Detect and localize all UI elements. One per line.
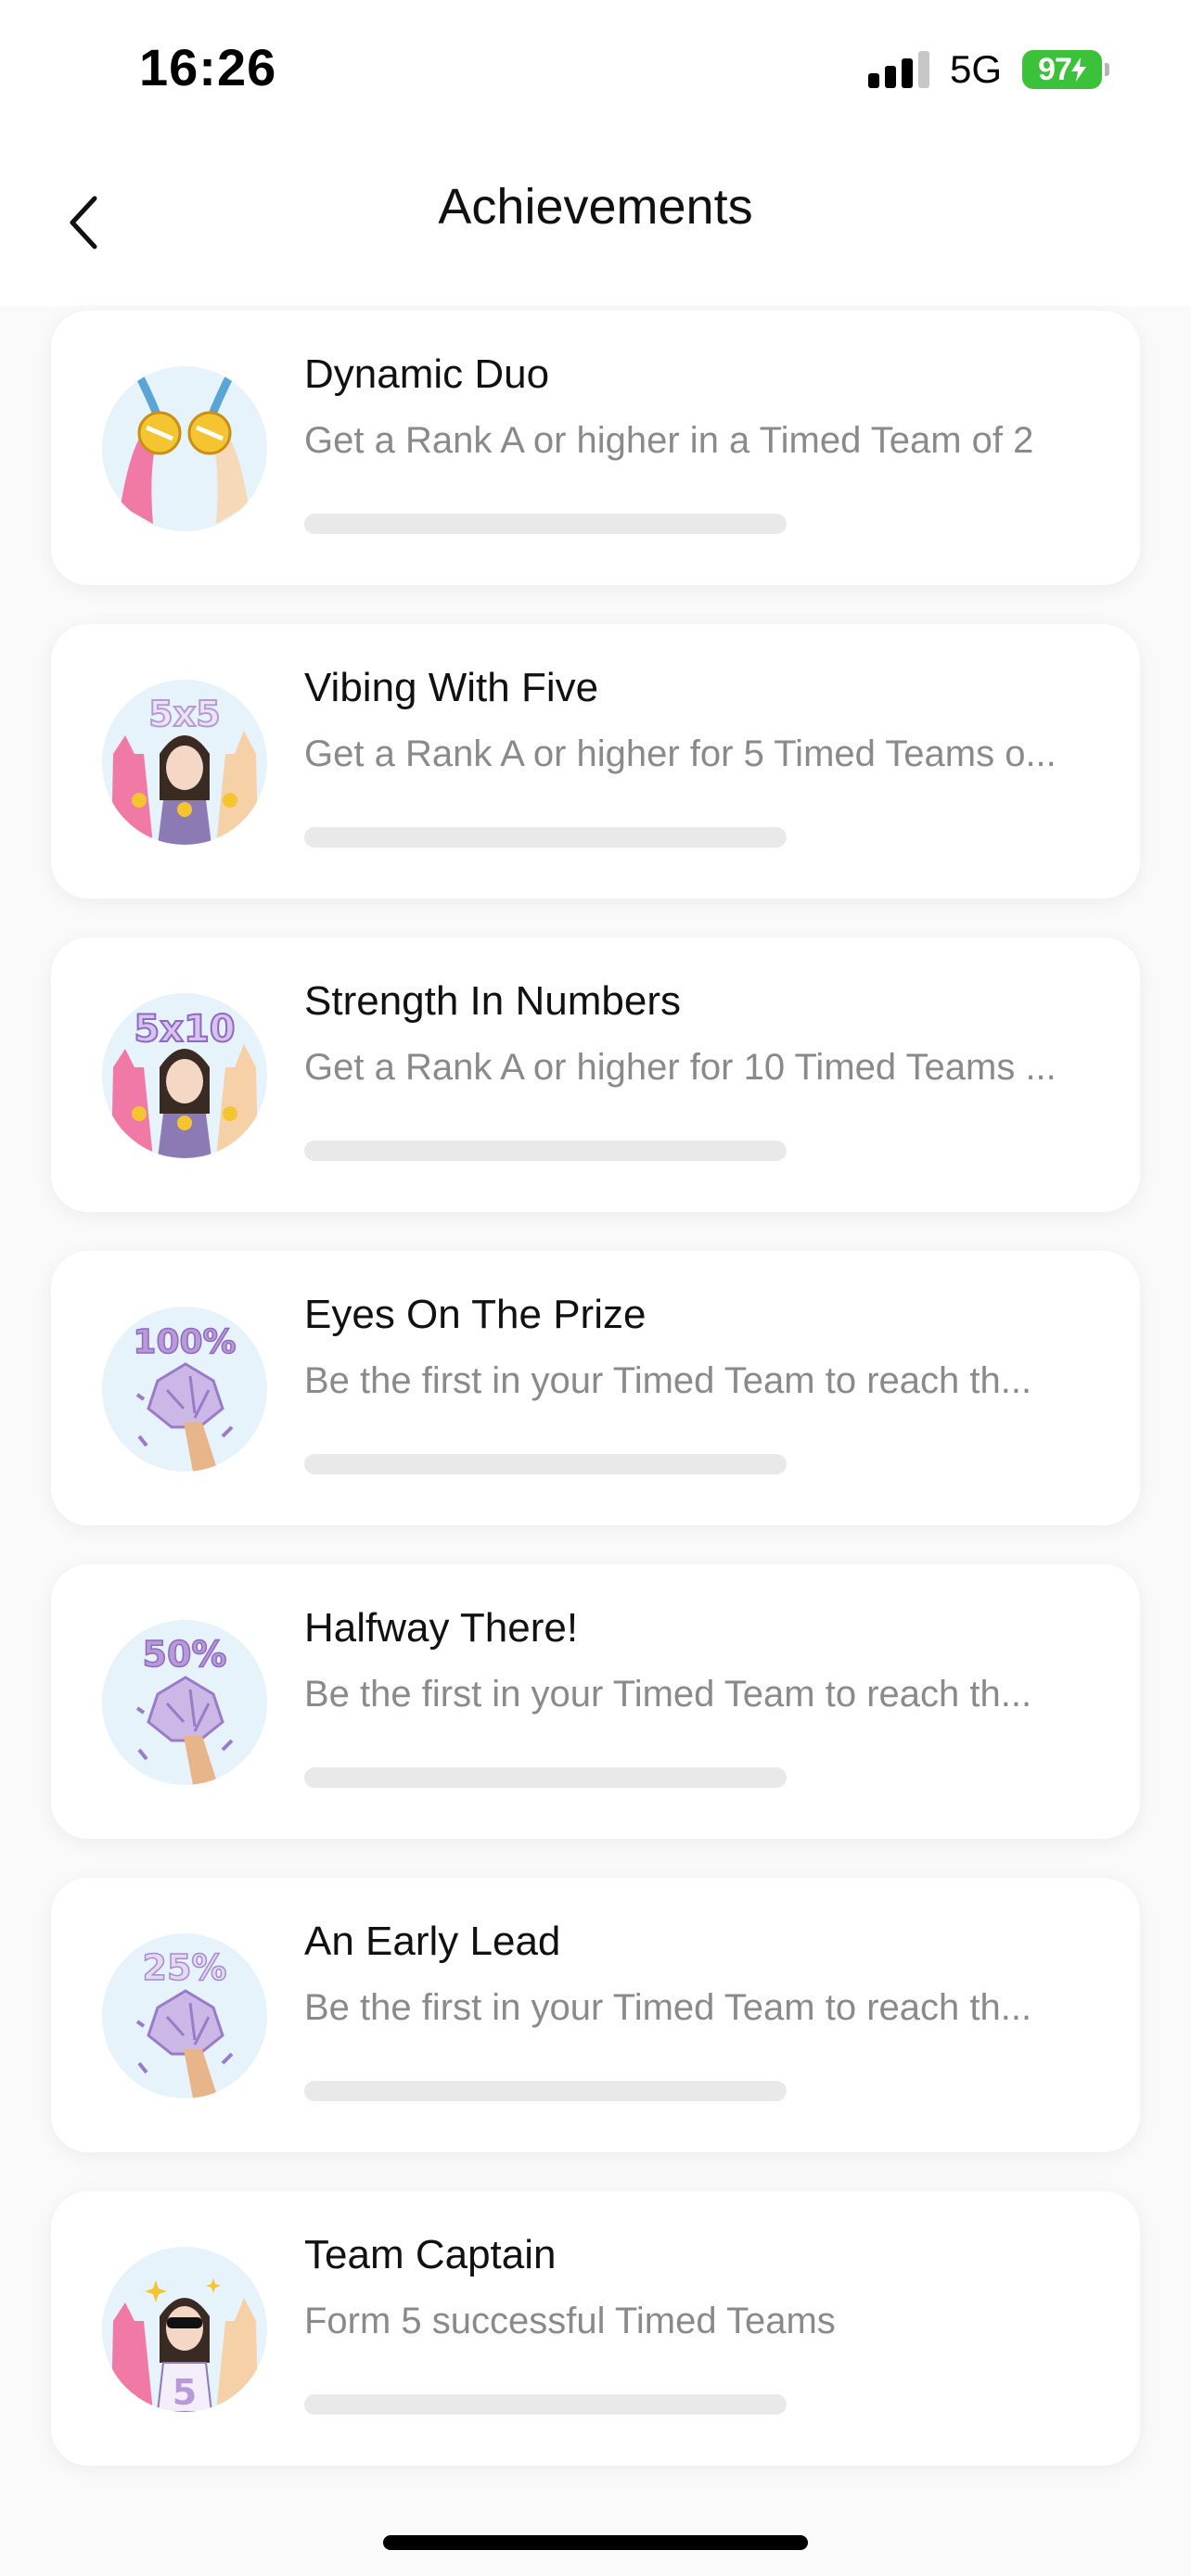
vibing-with-five-badge: 5x5 — [102, 680, 267, 845]
achievement-card-strength-in-numbers[interactable]: 5x10 Strength In Numbers Get a Rank A or… — [51, 937, 1140, 1212]
badge-label: 50% — [143, 1634, 227, 1675]
network-type: 5G — [949, 47, 1002, 91]
achievement-description: Get a Rank A or higher in a Timed Team o… — [304, 420, 1034, 461]
achievement-card-eyes-on-the-prize[interactable]: 100% Eyes On The Prize Be the first in y… — [51, 1251, 1140, 1525]
nav-bar: Achievements — [0, 139, 1191, 306]
achievement-title: Dynamic Duo — [304, 351, 550, 397]
badge-label: 25% — [143, 1947, 227, 1988]
achievement-title: Halfway There! — [304, 1605, 579, 1651]
charging-icon — [1070, 57, 1086, 82]
achievement-title: Team Captain — [304, 2232, 557, 2277]
achievement-progress-bar — [304, 1141, 787, 1161]
team-captain-badge: 5 — [102, 2247, 267, 2412]
battery-icon: 97 — [1022, 50, 1109, 89]
an-early-lead-badge: 25% — [102, 1933, 267, 2098]
achievement-progress-bar — [304, 1767, 787, 1788]
signal-icon — [867, 51, 929, 88]
achievement-card-halfway-there[interactable]: 50% Halfway There! Be the first in your … — [51, 1564, 1140, 1839]
battery-level: 97 — [1038, 51, 1072, 87]
achievement-progress-bar — [304, 827, 787, 848]
achievement-description: Get a Rank A or higher for 10 Timed Team… — [304, 1047, 1057, 1088]
badge-label: 5x5 — [148, 694, 220, 734]
eyes-on-the-prize-badge: 100% — [102, 1307, 267, 1472]
status-bar: 16:26 5G 97 — [0, 0, 1191, 139]
home-indicator[interactable] — [383, 2535, 808, 2550]
achievement-title: An Early Lead — [304, 1919, 561, 1964]
achievement-card-dynamic-duo[interactable]: Dynamic Duo Get a Rank A or higher in a … — [51, 311, 1140, 585]
achievement-title: Vibing With Five — [304, 665, 599, 710]
page-title: Achievements — [438, 179, 753, 235]
status-indicators: 5G 97 — [867, 46, 1109, 93]
achievement-progress-bar — [304, 514, 787, 534]
achievement-progress-bar — [304, 1454, 787, 1474]
achievement-progress-bar — [304, 2081, 787, 2101]
achievement-description: Get a Rank A or higher for 5 Timed Teams… — [304, 733, 1057, 774]
achievement-description: Be the first in your Timed Team to reach… — [304, 1987, 1032, 2028]
achievement-title: Strength In Numbers — [304, 978, 681, 1024]
achievement-description: Be the first in your Timed Team to reach… — [304, 1674, 1032, 1715]
achievements-list: Dynamic Duo Get a Rank A or higher in a … — [51, 311, 1140, 2505]
achievement-card-team-captain[interactable]: 5 Team Captain Form 5 successful Timed T… — [51, 2191, 1140, 2466]
badge-label: 5 — [173, 2372, 197, 2412]
achievement-card-an-early-lead[interactable]: 25% An Early Lead Be the first in your T… — [51, 1878, 1140, 2152]
halfway-there-badge: 50% — [102, 1620, 267, 1785]
dynamic-duo-badge — [102, 366, 267, 531]
achievement-title: Eyes On The Prize — [304, 1292, 647, 1337]
achievement-description: Form 5 successful Timed Teams — [304, 2301, 836, 2341]
status-time: 16:26 — [139, 38, 277, 96]
badge-label: 100% — [133, 1323, 236, 1361]
achievement-description: Be the first in your Timed Team to reach… — [304, 1360, 1032, 1401]
achievement-card-vibing-with-five[interactable]: 5x5 Vibing With Five Get a Rank A or hig… — [51, 624, 1140, 899]
strength-in-numbers-badge: 5x10 — [102, 993, 267, 1158]
achievements-screen: 16:26 5G 97 Achievements Dynamic Duo Get… — [0, 0, 1191, 2576]
badge-label: 5x10 — [134, 1008, 235, 1051]
achievement-progress-bar — [304, 2394, 787, 2415]
